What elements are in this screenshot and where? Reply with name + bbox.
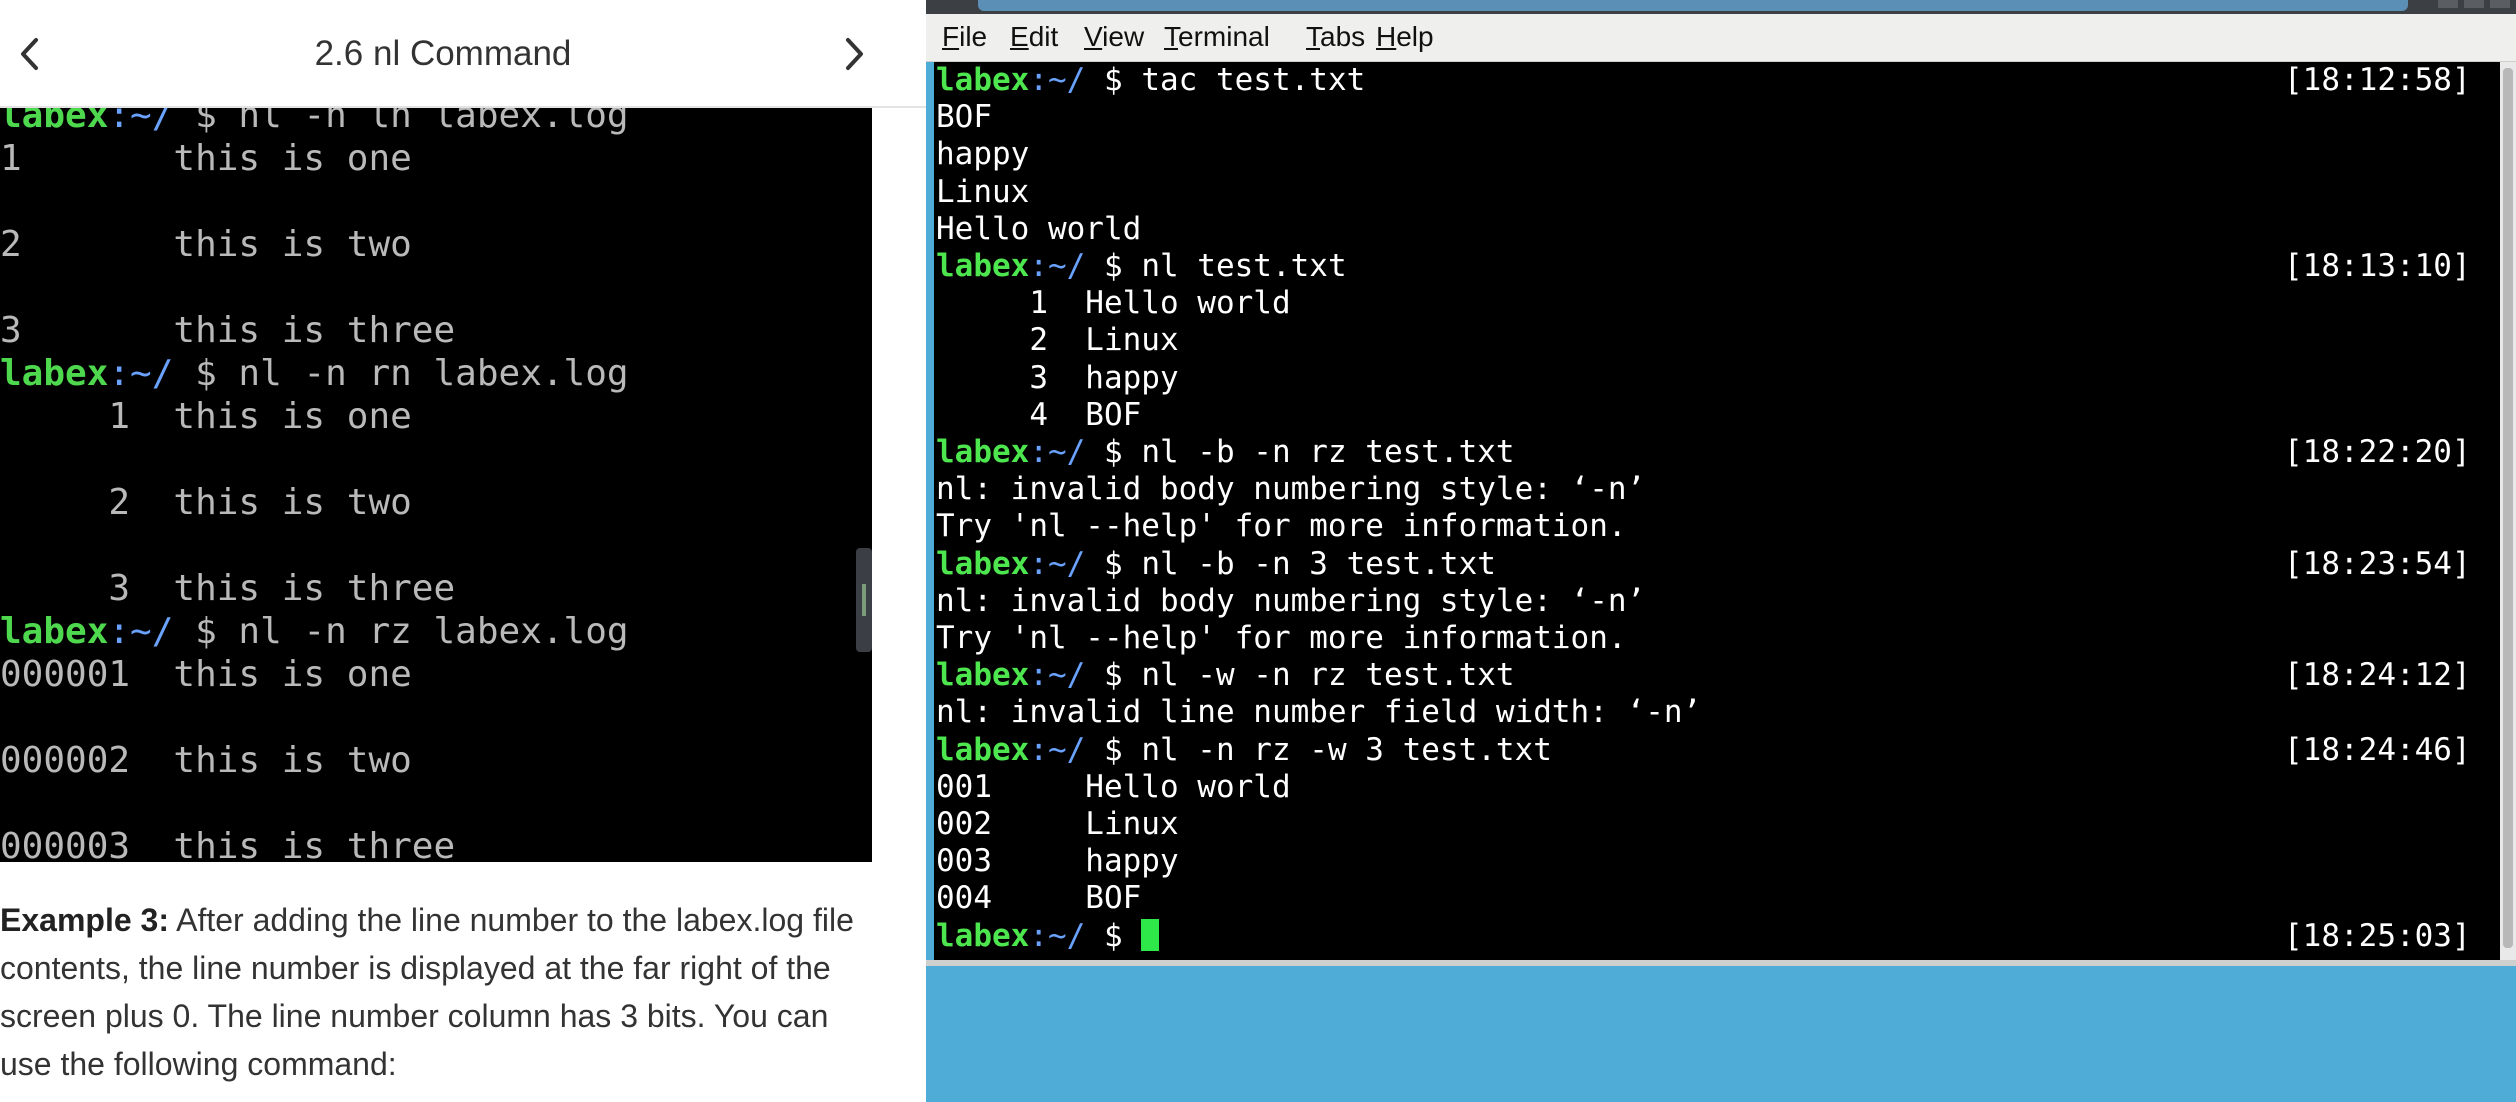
prompt-user: labex bbox=[0, 353, 109, 394]
screenshot-output-line: 3 this is three bbox=[0, 310, 456, 351]
timestamp: [18:24:12] bbox=[2284, 657, 2471, 693]
scroll-grip bbox=[862, 584, 866, 616]
output-line: 4 BOF bbox=[936, 397, 1142, 433]
prompt-user: labex bbox=[936, 657, 1030, 693]
menu-file[interactable]: File bbox=[942, 21, 987, 53]
timestamp: [18:22:20] bbox=[2284, 434, 2471, 470]
timestamp: [18:23:54] bbox=[2284, 546, 2471, 582]
screenshot-output-line: 000002 this is two bbox=[0, 740, 412, 781]
title-strip bbox=[978, 0, 2408, 11]
prompt-user: labex bbox=[0, 611, 109, 652]
output-line: nl: invalid line number field width: ‘-n… bbox=[936, 694, 1702, 730]
timestamp: [18:25:03] bbox=[2284, 918, 2471, 954]
prompt-line: labex:~/ $ nl -b -n rz test.txt bbox=[936, 434, 1515, 470]
maximize-button[interactable] bbox=[2464, 0, 2484, 8]
menu-tabs[interactable]: Tabs bbox=[1306, 21, 1365, 53]
prompt-path: :~/ bbox=[1029, 657, 1086, 693]
prompt-path: :~/ bbox=[1029, 62, 1086, 98]
output-line: nl: invalid body numbering style: ‘-n’ bbox=[936, 471, 1646, 507]
minimize-button[interactable] bbox=[2438, 0, 2458, 8]
output-line: 3 happy bbox=[936, 360, 1179, 396]
screenshot-output-line: 2 this is two bbox=[0, 482, 412, 523]
terminal-scrollbar[interactable] bbox=[2500, 62, 2516, 960]
screenshot-output-line: 000001 this is one bbox=[0, 654, 412, 695]
terminal-output[interactable]: labex:~/ $ tac test.txt [18:12:58] BOF happ… bbox=[934, 62, 2516, 960]
prompt-line: labex:~/ $ nl -b -n 3 test.txt bbox=[936, 546, 1496, 582]
timestamp: [18:12:58] bbox=[2284, 62, 2471, 98]
prompt-user: labex bbox=[0, 108, 109, 136]
timestamp: [18:13:10] bbox=[2284, 248, 2471, 284]
lesson-header: 2.6 nl Command bbox=[0, 0, 926, 108]
output-line: 003 happy bbox=[936, 843, 1179, 879]
output-line: nl: invalid body numbering style: ‘-n’ bbox=[936, 583, 1646, 619]
prompt-user: labex bbox=[936, 62, 1030, 98]
output-line: 1 Hello world bbox=[936, 285, 1291, 321]
output-line: Linux bbox=[936, 174, 1030, 210]
prompt-path: :~/ bbox=[1029, 732, 1086, 768]
output-line: BOF bbox=[936, 99, 992, 135]
menu-view[interactable]: View bbox=[1084, 21, 1144, 53]
screenshot-output-line: 3 this is three bbox=[0, 568, 456, 609]
output-line: 002 Linux bbox=[936, 806, 1179, 842]
text-cursor bbox=[1141, 919, 1160, 951]
output-line: 004 BOF bbox=[936, 880, 1142, 916]
prompt-line: labex:~/ $ nl test.txt bbox=[936, 248, 1347, 284]
output-line: Try 'nl --help' for more information. bbox=[936, 620, 1627, 656]
previous-lesson-button[interactable] bbox=[2, 26, 58, 82]
chevron-right-icon bbox=[846, 38, 863, 70]
screenshot-output-line: 2 this is two bbox=[0, 224, 412, 265]
prompt-path: :~/ bbox=[1029, 546, 1086, 582]
example-screenshot: 000003 this is three 000002 this is two 00… bbox=[0, 108, 872, 862]
screenshot-output-line: 1 this is one bbox=[0, 138, 412, 179]
menu-help[interactable]: Help bbox=[1376, 21, 1434, 53]
prompt-path: :~/ bbox=[1029, 434, 1086, 470]
prompt-user: labex bbox=[936, 918, 1030, 954]
prompt-path: :~/ bbox=[108, 353, 174, 394]
menu-terminal[interactable]: Terminal bbox=[1164, 21, 1270, 53]
output-line: 001 Hello world bbox=[936, 769, 1291, 805]
desktop: File Edit View Terminal Tabs Help labex:~/ $ … bbox=[926, 0, 2516, 1102]
screenshot-prompt-line: labex:~/ $ nl -n rz labex.log bbox=[0, 611, 629, 652]
example-description: Example 3: After adding the line number … bbox=[0, 896, 880, 1088]
output-line: 2 Linux bbox=[936, 322, 1179, 358]
prompt-path: :~/ bbox=[1029, 248, 1086, 284]
window-border bbox=[926, 960, 2516, 966]
prompt-user: labex bbox=[936, 546, 1030, 582]
prompt-path: :~/ bbox=[108, 108, 174, 136]
output-line: Try 'nl --help' for more information. bbox=[936, 508, 1627, 544]
prompt-line: labex:~/ $ nl -n rz -w 3 test.txt bbox=[936, 732, 1552, 768]
prompt-user: labex bbox=[936, 732, 1030, 768]
close-button[interactable] bbox=[2490, 0, 2510, 8]
prompt-path: :~/ bbox=[108, 611, 174, 652]
lesson-title: 2.6 nl Command bbox=[314, 34, 572, 73]
output-line: happy bbox=[936, 136, 1030, 172]
next-lesson-button[interactable] bbox=[826, 26, 882, 82]
prompt-line: labex:~/ $ bbox=[936, 918, 1160, 955]
screenshot-scrollbar bbox=[856, 548, 872, 652]
menu-edit[interactable]: Edit bbox=[1010, 21, 1058, 53]
chevron-left-icon bbox=[21, 38, 38, 70]
tutorial-pane: 2.6 nl Command 000003 this is three 00000… bbox=[0, 0, 926, 1102]
timestamp: [18:24:46] bbox=[2284, 732, 2471, 768]
screenshot-output-line: 1 this is one bbox=[0, 396, 412, 437]
prompt-user: labex bbox=[936, 248, 1030, 284]
screenshot-prompt-line: labex:~/ $ nl -n ln labex.log bbox=[0, 108, 629, 137]
output-line: Hello world bbox=[936, 211, 1142, 247]
terminal-titlebar[interactable] bbox=[926, 0, 2516, 14]
prompt-line: labex:~/ $ nl -w -n rz test.txt bbox=[936, 657, 1515, 693]
prompt-line: labex:~/ $ tac test.txt bbox=[936, 62, 1366, 98]
screenshot-prompt-line: labex:~/ $ nl -n rn labex.log bbox=[0, 353, 629, 394]
scroll-thumb[interactable] bbox=[2503, 68, 2513, 948]
prompt-user: labex bbox=[936, 434, 1030, 470]
example-label: Example 3: bbox=[0, 902, 169, 938]
terminal-menubar: File Edit View Terminal Tabs Help bbox=[926, 14, 2516, 62]
prompt-path: :~/ bbox=[1029, 918, 1086, 954]
screenshot-output-line: 000003 this is three bbox=[0, 826, 456, 862]
